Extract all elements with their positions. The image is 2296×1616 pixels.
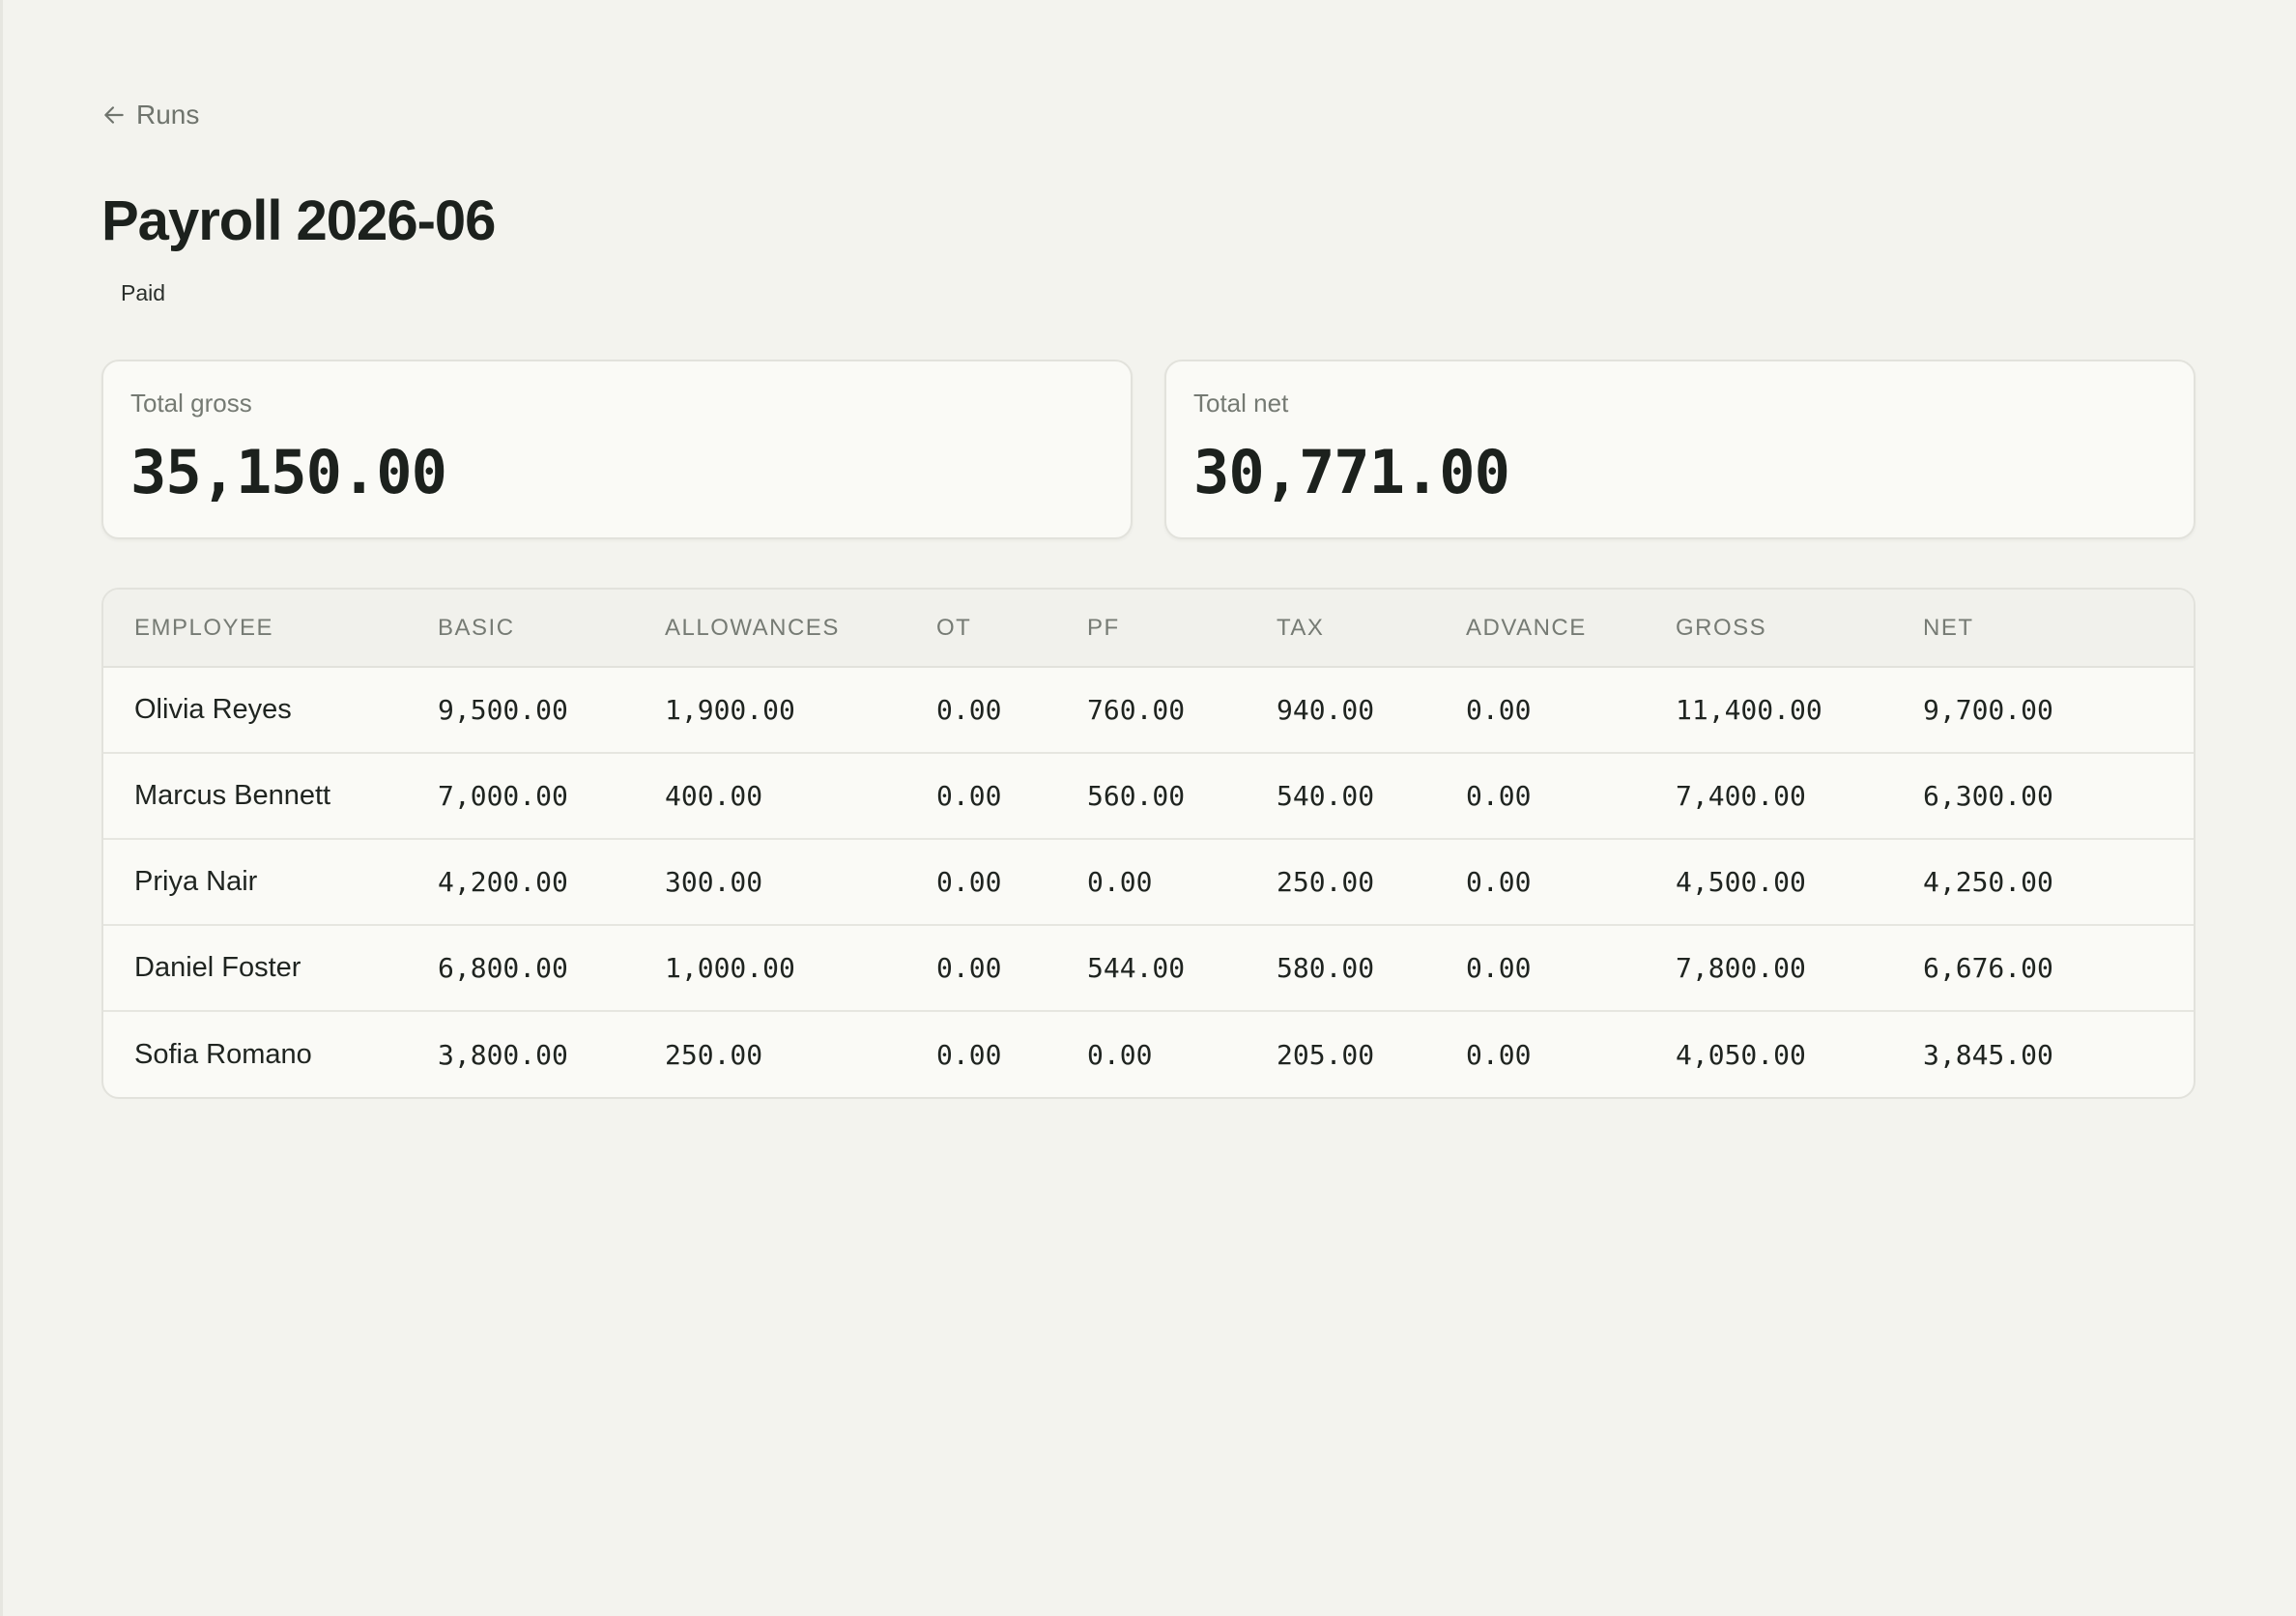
table-row[interactable]: Daniel Foster 6,800.00 1,000.00 0.00 544… [103, 924, 2194, 1011]
payroll-table-container: EMPLOYEE BASIC ALLOWANCES OT PF TAX ADVA… [101, 588, 2196, 1099]
pf-cell: 560.00 [1087, 752, 1277, 839]
pf-cell: 544.00 [1087, 924, 1277, 1011]
pf-cell: 760.00 [1087, 694, 1186, 726]
employee-name: Sofia Romano [103, 1010, 438, 1097]
left-edge-divider [0, 0, 3, 1616]
ot-cell: 0.00 [936, 1010, 1087, 1097]
gross-cell: 11,400.00 [1676, 694, 1822, 726]
ot-cell: 0.00 [936, 838, 1087, 925]
allowances-cell: 400.00 [665, 752, 936, 839]
total-gross-value: 35,150.00 [130, 437, 447, 507]
basic-cell: 9,500.00 [438, 694, 568, 726]
tax-cell: 580.00 [1277, 924, 1466, 1011]
total-gross-label: Total gross [130, 389, 252, 418]
advance-cell: 0.00 [1466, 1010, 1676, 1097]
advance-cell: 0.00 [1466, 924, 1676, 1011]
table-header-row: EMPLOYEE BASIC ALLOWANCES OT PF TAX ADVA… [103, 590, 2194, 668]
total-net-value: 30,771.00 [1193, 437, 1510, 507]
page-title: Payroll 2026-06 [101, 189, 496, 252]
column-header-tax[interactable]: TAX [1277, 590, 1466, 668]
allowances-cell: 1,000.00 [665, 924, 936, 1011]
employee-name: Olivia Reyes [134, 694, 292, 725]
column-header-net[interactable]: NET [1923, 590, 2194, 668]
payroll-table: EMPLOYEE BASIC ALLOWANCES OT PF TAX ADVA… [103, 590, 2194, 1097]
net-cell: 9,700.00 [1923, 694, 2053, 726]
advance-cell: 0.00 [1466, 838, 1676, 925]
total-net-label: Total net [1193, 389, 1289, 418]
ot-cell: 0.00 [936, 694, 1002, 726]
basic-cell: 6,800.00 [438, 924, 665, 1011]
net-cell: 3,845.00 [1923, 1010, 2194, 1097]
column-header-advance[interactable]: ADVANCE [1466, 590, 1676, 668]
back-link-label[interactable]: Runs [136, 100, 199, 130]
employee-name: Priya Nair [103, 838, 438, 925]
column-header-employee[interactable]: EMPLOYEE [103, 590, 438, 668]
basic-cell: 7,000.00 [438, 752, 665, 839]
table-row[interactable]: Priya Nair 4,200.00 300.00 0.00 0.00 250… [103, 838, 2194, 925]
column-header-basic[interactable]: BASIC [438, 590, 665, 668]
employee-name: Daniel Foster [103, 924, 438, 1011]
pf-cell: 0.00 [1087, 838, 1277, 925]
advance-cell: 0.00 [1466, 694, 1532, 726]
gross-cell: 4,500.00 [1676, 838, 1923, 925]
back-to-runs-link[interactable]: Runs [101, 100, 199, 130]
net-cell: 6,300.00 [1923, 752, 2194, 839]
ot-cell: 0.00 [936, 752, 1087, 839]
allowances-cell: 300.00 [665, 838, 936, 925]
arrow-left-icon [101, 102, 127, 128]
status-badge: Paid [121, 280, 166, 305]
tax-cell: 540.00 [1277, 752, 1466, 839]
basic-cell: 4,200.00 [438, 838, 665, 925]
net-cell: 6,676.00 [1923, 924, 2194, 1011]
table-row[interactable]: Sofia Romano 3,800.00 250.00 0.00 0.00 2… [103, 1010, 2194, 1097]
column-header-pf[interactable]: PF [1087, 590, 1277, 668]
tax-cell: 205.00 [1277, 1010, 1466, 1097]
gross-cell: 4,050.00 [1676, 1010, 1923, 1097]
allowances-cell: 1,900.00 [665, 694, 795, 726]
total-net-card: Total net 30,771.00 [1164, 360, 2196, 539]
ot-cell: 0.00 [936, 924, 1087, 1011]
allowances-cell: 250.00 [665, 1010, 936, 1097]
employee-name: Marcus Bennett [103, 752, 438, 839]
tax-cell: 940.00 [1277, 694, 1375, 726]
advance-cell: 0.00 [1466, 752, 1676, 839]
summary-cards: Total gross 35,150.00 Total net 30,771.0… [101, 360, 2196, 539]
table-row[interactable]: Marcus Bennett 7,000.00 400.00 0.00 560.… [103, 752, 2194, 839]
net-cell: 4,250.00 [1923, 838, 2194, 925]
total-gross-card: Total gross 35,150.00 [101, 360, 1133, 539]
table-row[interactable]: Olivia Reyes 9,500.00 1,900.00 0.00 760.… [103, 667, 2194, 753]
column-header-gross[interactable]: GROSS [1676, 590, 1923, 668]
tax-cell: 250.00 [1277, 838, 1466, 925]
pf-cell: 0.00 [1087, 1010, 1277, 1097]
column-header-ot[interactable]: OT [936, 590, 1087, 668]
gross-cell: 7,400.00 [1676, 752, 1923, 839]
basic-cell: 3,800.00 [438, 1010, 665, 1097]
column-header-allowances[interactable]: ALLOWANCES [665, 590, 936, 668]
gross-cell: 7,800.00 [1676, 924, 1923, 1011]
